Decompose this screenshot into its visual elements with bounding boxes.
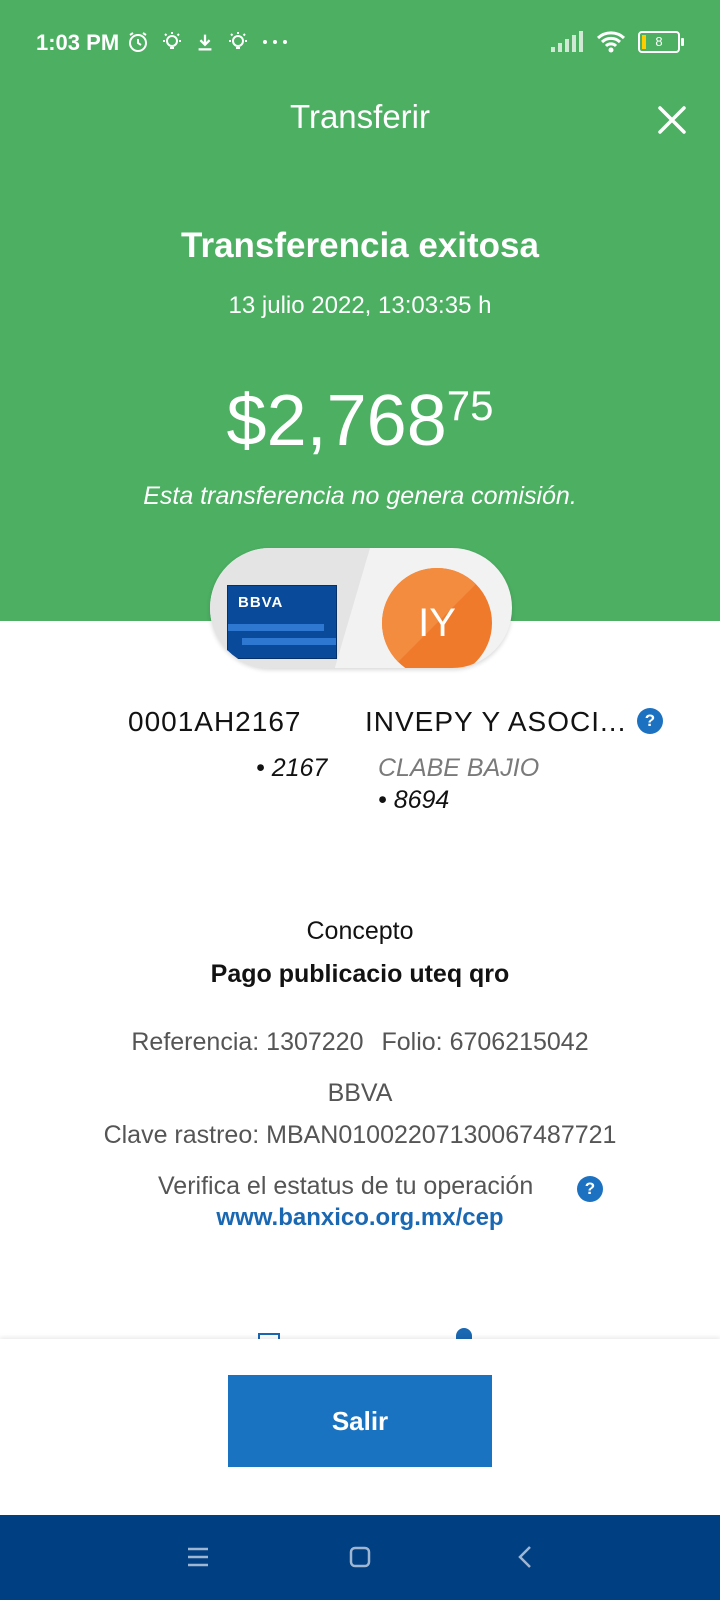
transfer-status: Transferencia exitosa [181, 226, 539, 265]
system-navigation-bar [0, 1515, 720, 1600]
amount-main: $2,768 [226, 381, 447, 461]
recipient-bank: CLABE BAJIO [378, 754, 540, 782]
recipient-avatar: IY [382, 568, 492, 668]
wifi-icon [596, 31, 626, 53]
recipient-name: INVEPY Y ASOCI... [365, 706, 627, 737]
page-title: Transferir [290, 98, 430, 135]
banxico-cep-link[interactable]: www.banxico.org.mx/cep [0, 1204, 720, 1232]
lightbulb-icon [163, 32, 181, 49]
reference-number: Referencia: 1307220 [131, 1028, 364, 1056]
issuing-bank: BBVA [327, 1079, 393, 1107]
transfer-amount: $2,76875 [0, 380, 720, 462]
back-icon[interactable] [504, 1535, 548, 1579]
transfer-datetime: 13 julio 2022, 13:03:35 h [228, 292, 492, 319]
card-brand: BBVA [238, 594, 284, 611]
menu-icon[interactable] [176, 1535, 220, 1579]
lightbulb-icon [229, 32, 247, 49]
help-icon[interactable]: ? [577, 1176, 603, 1202]
tracking-key: Clave rastreo: MBAN01002207130067487721 [103, 1121, 617, 1149]
help-icon[interactable]: ? [637, 708, 663, 734]
exit-button[interactable]: Salir [228, 1375, 492, 1467]
status-time: 1:03 PM [36, 30, 120, 55]
status-notification-icons [126, 28, 290, 56]
signal-icon [551, 31, 583, 52]
concept-label: Concepto [306, 917, 414, 945]
alarm-icon [129, 32, 147, 52]
status-system-icons: 8 [550, 30, 684, 54]
reference-folio-row: Referencia: 1307220 Folio: 6706215042 [0, 1028, 720, 1057]
bbva-card-icon: BBVA [227, 585, 337, 659]
origin-account-number: • 2167 [256, 754, 328, 782]
folio-number: Folio: 6706215042 [381, 1028, 589, 1056]
avatar-initials: IY [418, 601, 456, 645]
commission-note: Esta transferencia no genera comisión. [143, 482, 577, 510]
more-dots-icon [263, 40, 287, 44]
transfer-parties-pill: BBVA IY [210, 548, 512, 668]
origin-account-name: 0001AH2167 [128, 706, 302, 737]
battery-icon: 8 [638, 31, 684, 53]
recipient-account-number: • 8694 [378, 786, 450, 814]
close-icon[interactable] [652, 100, 692, 140]
download-icon [198, 34, 212, 51]
home-icon[interactable] [338, 1535, 382, 1579]
amount-cents: 75 [446, 382, 494, 429]
verify-status-text: Verifica el estatus de tu operación [158, 1172, 534, 1200]
battery-level: 8 [655, 34, 663, 49]
concept-value: Pago publicacio uteq qro [210, 960, 510, 988]
